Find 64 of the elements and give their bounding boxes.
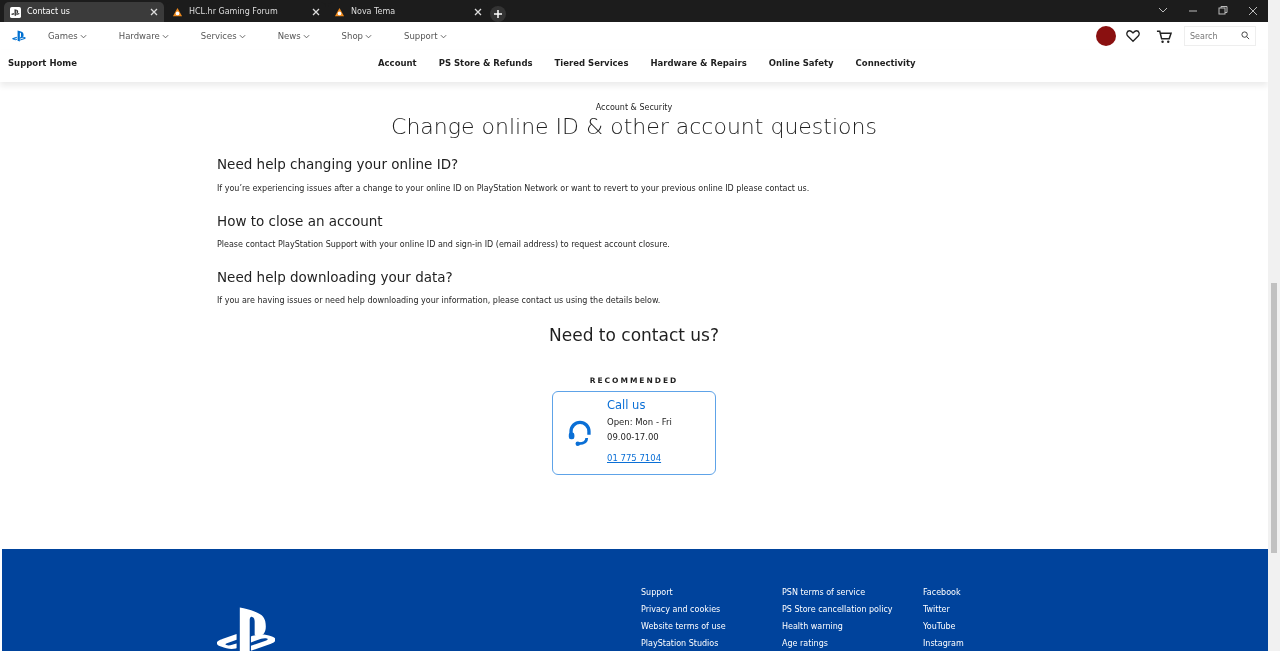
contact-heading: Need to contact us? [548,324,720,346]
subnav-link[interactable]: Account [378,56,417,76]
chevron-down-icon [302,33,310,39]
section-text: If you are having issues or need help downloading your information, please contact us using the details below. [217,294,662,307]
footer-link[interactable]: Twitter [923,604,983,617]
site-icon [334,6,345,18]
nav-menu-item[interactable]: Games [48,29,87,43]
footer-link[interactable]: Age ratings [782,638,923,651]
chevron-down-icon [161,33,169,39]
section-text: Please contact PlayStation Support with your online ID and sign-in ID (email address) to request account closure. [217,238,671,251]
chevron-down-icon [365,33,372,39]
playstation-logo-icon[interactable] [217,605,275,651]
subnav-link[interactable]: Online Safety [768,56,834,76]
new-tab-icon[interactable] [490,6,506,22]
subnav-link[interactable]: Tiered Services [554,56,629,76]
close-icon[interactable] [1248,6,1258,16]
footer-link[interactable]: PSN terms of service [782,587,923,600]
section-heading: Need help changing your online ID? [217,156,460,173]
footer-link[interactable]: Health warning [782,621,923,634]
card-text: Open: Mon - Fri [607,416,672,430]
section-text: If you’re experiencing issues after a change to your online ID on PlayStation Network or want to revert to your previous online ID please contact us. [217,182,811,195]
footer-link[interactable]: PS Store cancellation policy [782,604,923,617]
playstation-logo-icon[interactable] [12,30,26,42]
scrollbar[interactable] [1268,0,1280,651]
footer-link[interactable]: YouTube [923,621,983,634]
chevron-down-icon [79,33,87,39]
restore-icon[interactable] [1218,6,1228,16]
nav-menu-item[interactable]: Support [404,29,447,43]
footer-link[interactable]: Facebook [923,587,983,600]
chevron-down-icon [439,33,447,39]
footer-link[interactable]: Website terms of use [641,621,782,634]
subnav-link[interactable]: Connectivity [855,56,916,76]
close-icon[interactable] [312,8,320,16]
search-field[interactable]: Search [1184,26,1256,46]
breadcrumb-text: Account & Security [594,102,674,114]
nav-menu-item[interactable]: News [277,29,310,43]
support-home-link[interactable]: Support Home [8,56,308,76]
section-heading: Need help downloading your data? [217,268,454,285]
footer-link[interactable]: Support [641,587,782,600]
site-icon [172,6,183,18]
section-heading: How to close an account [217,212,384,229]
avatar[interactable] [1096,26,1116,46]
subnav-link[interactable]: PS Store & Refunds [438,56,533,76]
footer-link[interactable]: PlayStation Studios [641,638,782,651]
card-title: Call us [607,397,647,415]
footer-link[interactable]: Privacy and cookies [641,604,782,617]
headset-icon [567,418,593,447]
nav-menu-item[interactable]: Shop [341,29,372,43]
nav-menu-item[interactable]: Services [200,29,246,43]
browser-tab[interactable]: Contact us [4,2,164,22]
cart-icon[interactable] [1156,28,1172,44]
footer-link[interactable]: Instagram [923,638,983,651]
heart-icon[interactable] [1126,29,1140,43]
site-icon [10,6,21,18]
close-icon[interactable] [474,8,482,16]
close-icon[interactable] [150,8,158,16]
nav-menu-item[interactable]: Hardware [118,29,169,43]
card-text: 09.00-17.00 [607,431,660,444]
subnav-link[interactable]: Hardware & Repairs [650,56,747,76]
phone-link[interactable]: 01 775 7104 [607,452,662,463]
scrollbar-thumb[interactable] [1271,283,1277,553]
page-title: Change online ID & other account questions [390,114,878,141]
chevron-down-icon [238,33,246,39]
search-icon[interactable] [1241,31,1250,40]
